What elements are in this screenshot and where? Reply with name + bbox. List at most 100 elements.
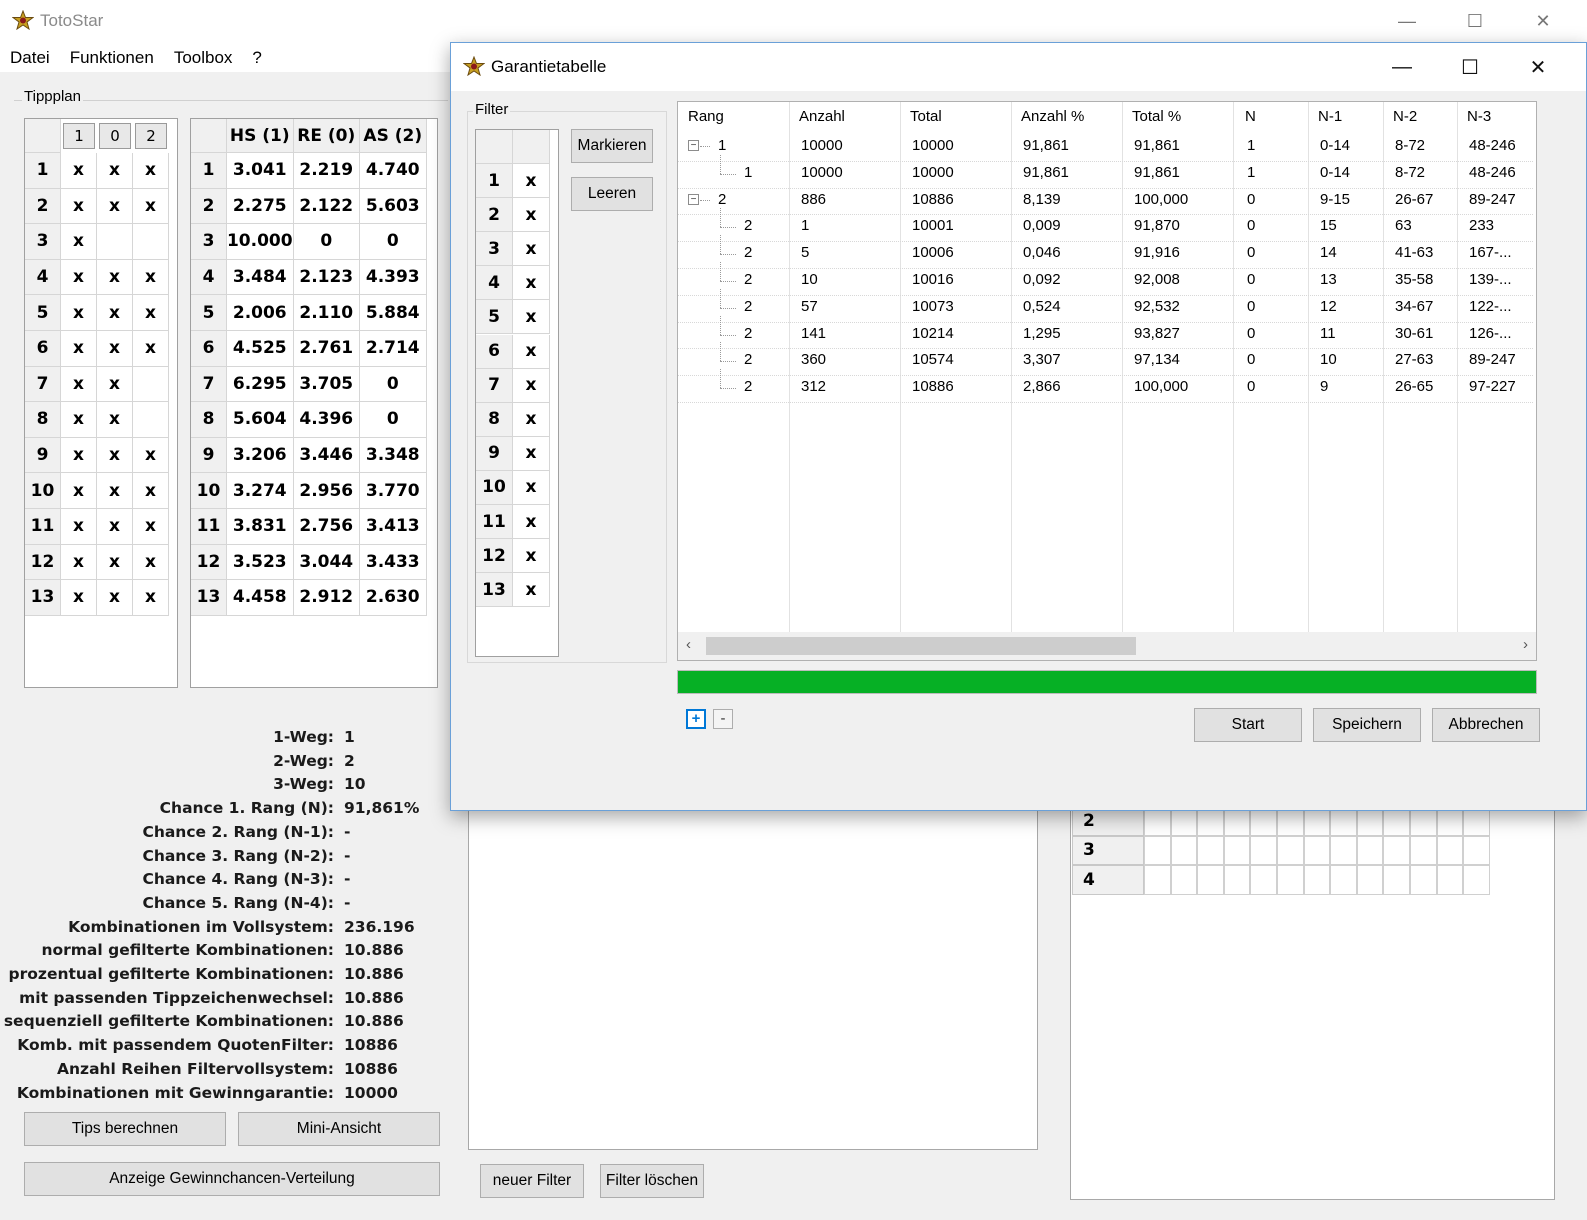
tip-cell[interactable]: x: [61, 295, 97, 331]
filter-list-panel[interactable]: [468, 772, 1038, 1150]
tree-cell[interactable]: 97,134: [1134, 351, 1180, 368]
odds-cell[interactable]: 3.044: [293, 544, 360, 581]
odds-cell[interactable]: 3.041: [227, 153, 294, 189]
tip-cell[interactable]: x: [97, 544, 133, 581]
tip-cell[interactable]: x: [61, 224, 97, 260]
column-header-n-3[interactable]: N-3: [1467, 108, 1491, 125]
tree-cell[interactable]: 2,866: [1023, 378, 1061, 395]
filter-cell[interactable]: x: [513, 368, 550, 403]
tree-cell[interactable]: 1: [1247, 164, 1255, 181]
odds-cell[interactable]: 3.484: [227, 259, 294, 296]
odds-cell[interactable]: 3.705: [293, 366, 360, 403]
tip-cell[interactable]: x: [133, 544, 169, 581]
speichern-button[interactable]: Speichern: [1313, 708, 1421, 742]
tree-cell[interactable]: 97-227: [1469, 378, 1516, 395]
tree-cell[interactable]: 1: [1247, 137, 1255, 154]
tree-cell[interactable]: 34-67: [1395, 298, 1433, 315]
odds-cell[interactable]: 2.956: [293, 473, 360, 509]
tip-cell[interactable]: x: [61, 544, 97, 581]
tree-rang-cell[interactable]: 1: [744, 164, 752, 181]
horizontal-scrollbar[interactable]: ‹ ›: [678, 632, 1536, 660]
markieren-button[interactable]: Markieren: [571, 129, 653, 163]
tree-cell[interactable]: 0: [1247, 378, 1255, 395]
odds-cell[interactable]: 2.714: [360, 331, 427, 367]
tree-cell[interactable]: 10: [801, 271, 818, 288]
tip-cell[interactable]: x: [61, 331, 97, 367]
tree-cell[interactable]: 91,861: [1023, 137, 1069, 154]
tree-cell[interactable]: 0,046: [1023, 244, 1061, 261]
tip-cell[interactable]: x: [133, 473, 169, 509]
tree-cell[interactable]: 139-...: [1469, 271, 1512, 288]
tip-cell[interactable]: [97, 224, 133, 260]
column-header-total[interactable]: Total: [910, 108, 942, 125]
menu-funktionen[interactable]: Funktionen: [60, 44, 164, 72]
tree-rang-cell[interactable]: 2: [744, 298, 752, 315]
odds-cell[interactable]: 3.523: [227, 544, 294, 581]
start-button[interactable]: Start: [1194, 708, 1302, 742]
tree-cell[interactable]: 10000: [801, 137, 843, 154]
odds-cell[interactable]: 2.912: [293, 580, 360, 616]
filter-cell[interactable]: x: [513, 505, 550, 540]
tip-cell[interactable]: x: [97, 366, 133, 403]
odds-cell[interactable]: 3.206: [227, 437, 294, 474]
tree-cell[interactable]: 8-72: [1395, 164, 1425, 181]
tree-cell[interactable]: 63: [1395, 217, 1412, 234]
dialog-minimize-button[interactable]: —: [1379, 52, 1425, 82]
tip-cell[interactable]: x: [133, 331, 169, 367]
tip-header-2[interactable]: 2: [135, 123, 167, 149]
tree-cell[interactable]: 15: [1320, 217, 1337, 234]
tree-cell[interactable]: 13: [1320, 271, 1337, 288]
odds-cell[interactable]: 5.604: [227, 402, 294, 438]
tree-cell[interactable]: 10000: [912, 164, 954, 181]
tree-cell[interactable]: 0: [1247, 325, 1255, 342]
tip-cell[interactable]: x: [61, 580, 97, 616]
odds-cell[interactable]: 2.110: [293, 295, 360, 331]
tip-cell[interactable]: [133, 366, 169, 403]
tree-cell[interactable]: 10073: [912, 298, 954, 315]
tree-cell[interactable]: 0: [1247, 244, 1255, 261]
odds-cell[interactable]: 0: [360, 366, 427, 403]
tip-cell[interactable]: x: [97, 188, 133, 225]
dialog-close-button[interactable]: ✕: [1515, 52, 1561, 82]
tip-header-0[interactable]: 0: [99, 123, 131, 149]
tree-cell[interactable]: 100,000: [1134, 378, 1188, 395]
tree-cell[interactable]: 35-58: [1395, 271, 1433, 288]
odds-cell[interactable]: 4.396: [293, 402, 360, 438]
odds-cell[interactable]: 3.413: [360, 509, 427, 545]
tree-cell[interactable]: 0: [1247, 298, 1255, 315]
tree-cell[interactable]: 14: [1320, 244, 1337, 261]
tree-cell[interactable]: 10: [1320, 351, 1337, 368]
expand-all-button[interactable]: +: [686, 709, 706, 729]
tree-cell[interactable]: 0: [1247, 271, 1255, 288]
tree-cell[interactable]: 10016: [912, 271, 954, 288]
tree-cell[interactable]: 0-14: [1320, 164, 1350, 181]
tree-cell[interactable]: 5: [801, 244, 809, 261]
odds-cell[interactable]: 4.525: [227, 331, 294, 367]
tree-cell[interactable]: 0,092: [1023, 271, 1061, 288]
menu-help[interactable]: ?: [242, 44, 271, 72]
odds-cell[interactable]: 2.006: [227, 295, 294, 331]
tree-cell[interactable]: 10214: [912, 325, 954, 342]
tip-cell[interactable]: x: [133, 153, 169, 189]
leeren-button[interactable]: Leeren: [571, 177, 653, 211]
filter-cell[interactable]: x: [513, 300, 550, 335]
tree-cell[interactable]: 12: [1320, 298, 1337, 315]
abbrechen-button[interactable]: Abbrechen: [1432, 708, 1540, 742]
tip-cell[interactable]: x: [97, 473, 133, 509]
tree-rang-cell[interactable]: 1: [718, 137, 726, 154]
tree-cell[interactable]: 10006: [912, 244, 954, 261]
tree-rang-cell[interactable]: 2: [744, 244, 752, 261]
column-header-rang[interactable]: Rang: [688, 108, 724, 125]
tip-cell[interactable]: x: [97, 402, 133, 438]
odds-cell[interactable]: 5.884: [360, 295, 427, 331]
tree-cell[interactable]: 10001: [912, 217, 954, 234]
odds-cell[interactable]: 10.000: [227, 224, 294, 260]
tip-cell[interactable]: x: [133, 295, 169, 331]
tree-cell[interactable]: 91,916: [1134, 244, 1180, 261]
menu-toolbox[interactable]: Toolbox: [164, 44, 243, 72]
column-header-anzahl[interactable]: Anzahl: [799, 108, 845, 125]
tip-cell[interactable]: x: [61, 402, 97, 438]
filter-cell[interactable]: x: [513, 539, 550, 574]
tree-cell[interactable]: 89-247: [1469, 191, 1516, 208]
filter-cell[interactable]: x: [513, 573, 550, 608]
